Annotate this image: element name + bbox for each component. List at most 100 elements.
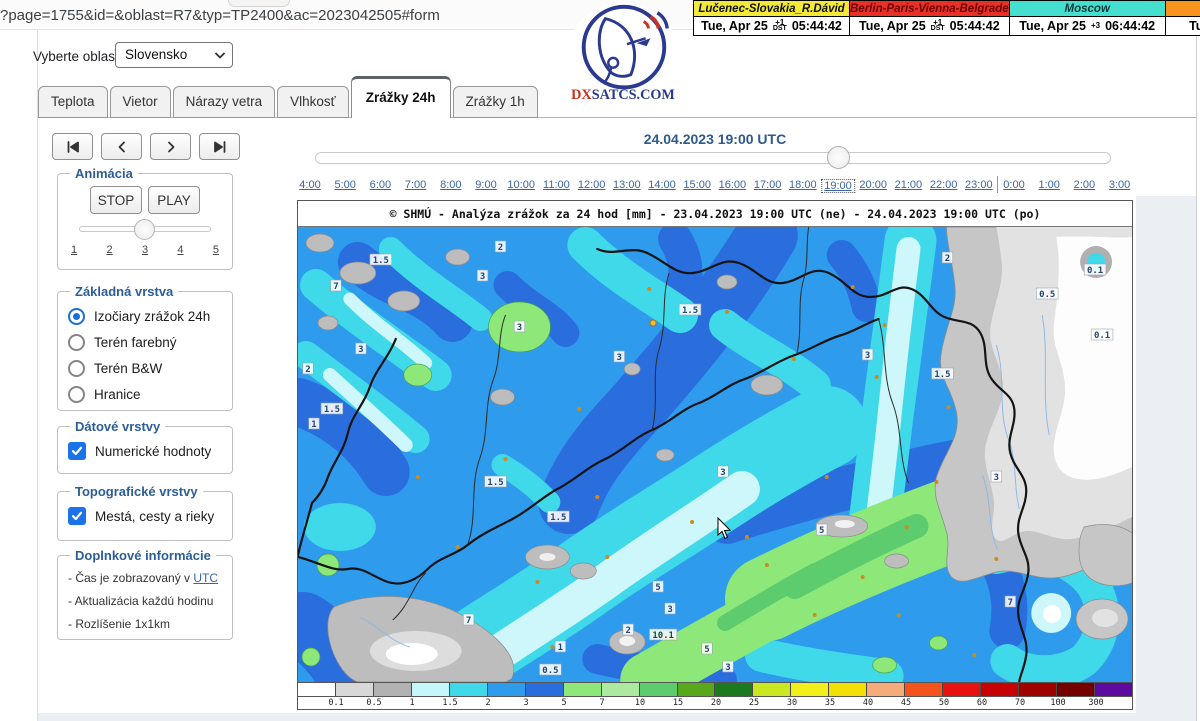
city-dot [650,320,656,326]
timeline-slider-thumb[interactable] [827,146,850,169]
legend-swatch [1056,683,1094,696]
time-link-12-00[interactable]: 12:00 [578,179,606,191]
clock-city-label: Moscow [1009,0,1166,17]
time-link-22-00[interactable]: 22:00 [930,179,958,191]
speed-link-5[interactable]: 5 [213,244,219,256]
info-extra-lines: - Aktualizácia každú hodinu- Rozlíšenie … [66,591,224,634]
legend-label: 30 [787,698,797,708]
time-link-20-00[interactable]: 20:00 [859,179,887,191]
time-link-16-00[interactable]: 16:00 [719,179,747,191]
tab-teplota[interactable]: Teplota [38,86,108,118]
time-link-7-00[interactable]: 7:00 [405,179,426,191]
legend-label: 15 [673,698,683,708]
dxsatcs-logo: DXSATCS.COM [568,2,678,104]
radio-dot [73,313,80,320]
tab-vlhkost[interactable]: Vlhkosť [277,86,349,118]
timeline-title: 24.04.2023 19:00 UTC [300,131,1130,147]
clock-time-row: Tue, Apr 25+1DST05:44:42 [693,17,850,36]
tab-narazy-vetra[interactable]: Nárazy vetra [173,86,276,118]
region-select-value: Slovensko [125,47,187,62]
time-link-1-00[interactable]: 1:00 [1038,179,1059,191]
time-link-10-00[interactable]: 10:00 [507,179,535,191]
time-link-23-00[interactable]: 23:00 [965,179,993,191]
time-link-3-00[interactable]: 3:00 [1109,179,1130,191]
svg-text:0.5: 0.5 [1039,290,1055,300]
data-layers-legend: Dátové vrstvy [70,419,165,434]
clock: Tue [1165,0,1200,37]
legend-swatch [411,683,449,696]
tab-vietor[interactable]: Vietor [110,86,171,118]
svg-text:3: 3 [865,351,870,361]
time-link-5-00[interactable]: 5:00 [334,179,355,191]
clock-time-row: Tue, Apr 25+306:44:42 [1009,17,1166,36]
svg-text:1: 1 [311,420,316,430]
precip-legend-labels: 0.10.511.5235710152025303540455060701003… [298,696,1132,708]
time-link-2-00[interactable]: 2:00 [1074,179,1095,191]
checkbox-indicator [68,507,86,525]
region-select[interactable]: Slovensko [115,42,233,68]
radio-indicator [68,334,85,351]
radio-label: Hranice [94,387,141,402]
clock-city-label [1165,0,1200,17]
legend-swatch [563,683,601,696]
clock: MoscowTue, Apr 25+306:44:42 [1009,0,1166,37]
base-layer-option-3[interactable]: Hranice [68,383,224,405]
time-link-14-00[interactable]: 14:00 [648,179,676,191]
legend-swatch [790,683,828,696]
legend-swatch [1094,683,1132,696]
speed-slider-thumb[interactable] [134,219,155,240]
timeline-day-separator [997,176,998,193]
data-layers-option-0[interactable]: Numerické hodnoty [68,440,224,462]
time-link-9-00[interactable]: 9:00 [475,179,496,191]
legend-swatch [601,683,639,696]
speed-link-4[interactable]: 4 [177,244,183,256]
data-layers-panel: Dátové vrstvy Numerické hodnoty [57,419,233,474]
time-link-8-00[interactable]: 8:00 [440,179,461,191]
step-fwd-button[interactable] [150,133,191,160]
step-first-button[interactable] [52,133,93,160]
background-bottom [38,713,1136,721]
topo-layers-option-0[interactable]: Mestá, cesty a rieky [68,505,224,527]
svg-text:2: 2 [945,254,950,264]
time-link-6-00[interactable]: 6:00 [370,179,391,191]
svg-text:DXSATCS.COM: DXSATCS.COM [571,87,675,103]
clock-utc-offset: +3 [1091,23,1100,29]
info-line-2: - Aktualizácia každú hodinu [68,591,224,611]
tab-zrazky-24h[interactable]: Zrážky 24h [351,76,451,118]
speed-slider[interactable] [79,226,211,232]
step-back-button[interactable] [101,133,142,160]
legend-swatch [1018,683,1056,696]
speed-link-2[interactable]: 2 [106,244,112,256]
radio-indicator [68,308,85,325]
legend-swatch [980,683,1018,696]
base-layer-option-1[interactable]: Terén farebný [68,331,224,353]
speed-link-1[interactable]: 1 [71,244,77,256]
legend-swatch [714,683,752,696]
left-divider [37,30,38,721]
time-link-17-00[interactable]: 17:00 [754,179,782,191]
time-link-19-00[interactable]: 19:00 [821,179,855,193]
topo-layers-legend: Topografické vrstvy [70,484,203,499]
time-link-4-00[interactable]: 4:00 [299,179,320,191]
map-title: © SHMÚ - Analýza zrážok za 24 hod [mm] -… [298,201,1132,227]
time-link-0-00[interactable]: 0:00 [1003,179,1024,191]
step-last-button[interactable] [199,133,240,160]
time-link-11-00[interactable]: 11:00 [543,179,570,191]
time-link-13-00[interactable]: 13:00 [613,179,641,191]
base-layer-option-0[interactable]: Izočiary zrážok 24h [68,305,224,327]
timeline-slider[interactable] [315,152,1111,164]
legend-label: 50 [939,698,949,708]
step-fwd-icon [164,140,178,154]
time-link-18-00[interactable]: 18:00 [789,179,817,191]
base-layer-option-2[interactable]: Terén B&W [68,357,224,379]
legend-swatch [298,683,335,696]
base-layer-panel: Základná vrstva Izočiary zrážok 24hTerén… [57,284,233,411]
check-icon [71,510,83,522]
clock-city-label: Lučenec-Slovakia_R.Dávid [693,0,850,17]
speed-link-3[interactable]: 3 [142,244,148,256]
time-link-15-00[interactable]: 15:00 [683,179,711,191]
time-link-21-00[interactable]: 21:00 [895,179,923,191]
tab-zrazky-1h[interactable]: Zrážky 1h [453,86,538,118]
utc-link[interactable]: UTC [193,571,218,585]
svg-text:7: 7 [466,616,471,626]
